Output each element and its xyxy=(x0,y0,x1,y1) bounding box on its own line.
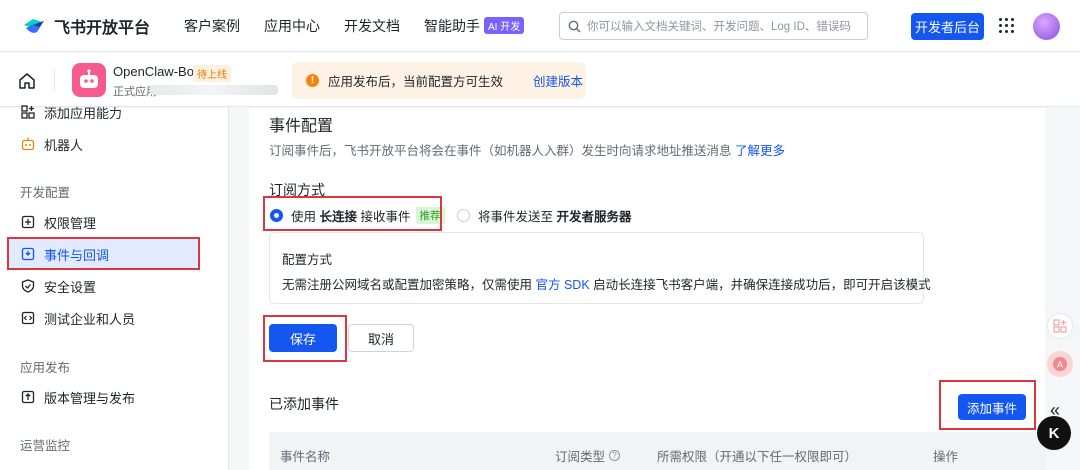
logo[interactable]: 飞书开放平台 xyxy=(22,14,150,38)
highlight-box xyxy=(263,315,347,362)
widget-add-icon[interactable] xyxy=(1047,313,1073,339)
nav-label: 智能助手 xyxy=(424,17,481,34)
config-title: 配置方式 xyxy=(282,253,333,267)
option-bold: 开发者服务器 xyxy=(556,210,632,224)
learn-more-link[interactable]: 了解更多 xyxy=(735,144,785,158)
feishu-logo-icon xyxy=(24,18,44,33)
sidebar-item-label: 测试企业和人员 xyxy=(44,311,136,327)
warning-icon: ! xyxy=(306,74,319,87)
permission-icon xyxy=(20,215,35,230)
highlight-box xyxy=(263,196,442,231)
divider xyxy=(54,69,55,91)
add-ability-icon xyxy=(20,105,35,120)
avatar[interactable] xyxy=(1033,13,1060,40)
highlight-box xyxy=(7,237,200,270)
sidebar-item-permissions[interactable]: 权限管理 xyxy=(0,207,229,237)
translate-icon[interactable]: A xyxy=(1047,351,1073,377)
sidebar-item-label: 版本管理与发布 xyxy=(44,390,136,406)
page-title: 事件配置 xyxy=(269,118,334,135)
assistant-k-icon[interactable]: K xyxy=(1037,416,1071,450)
ai-badge: AI 开发 xyxy=(484,17,525,34)
apps-grid-icon[interactable] xyxy=(999,18,1014,33)
column-subscribe-type: 订阅类型? xyxy=(555,446,621,465)
nav-label: 客户案例 xyxy=(184,17,241,34)
app-name: OpenClaw-Bot xyxy=(113,64,198,79)
nav-label: 开发文档 xyxy=(344,17,401,34)
search-input[interactable]: 你可以输入文档关键词、开发问题、Log ID、错误码 xyxy=(559,12,868,40)
search-icon xyxy=(568,20,581,32)
robot-icon xyxy=(20,137,35,152)
shield-icon xyxy=(20,279,35,294)
svg-text:A: A xyxy=(1057,360,1063,370)
sidebar-item-label: 添加应用能力 xyxy=(44,105,123,121)
sidebar-item-security[interactable]: 安全设置 xyxy=(0,271,229,301)
column-permissions: 所需权限（开通以下任一权限即可） xyxy=(657,450,858,464)
sidebar-group-ops: 运营监控 xyxy=(20,439,71,453)
nav-customer-cases[interactable]: 客户案例 xyxy=(184,16,240,36)
nav-dev-docs[interactable]: 开发文档 xyxy=(344,16,400,36)
create-version-link[interactable]: 创建版本 xyxy=(533,71,583,90)
nav-label: 应用中心 xyxy=(264,17,321,34)
sidebar-item-version[interactable]: 版本管理与发布 xyxy=(0,382,229,412)
robot-avatar-icon xyxy=(80,69,98,88)
home-icon[interactable] xyxy=(18,72,36,90)
column-event-name: 事件名称 xyxy=(280,450,331,464)
scrollbar[interactable] xyxy=(1066,108,1074,470)
notice-text: 应用发布后，当前配置方可生效 xyxy=(328,75,504,89)
publish-notice: ! 应用发布后，当前配置方可生效 创建版本 xyxy=(292,62,586,99)
highlight-box xyxy=(939,380,1036,430)
sidebar-group-release: 应用发布 xyxy=(20,361,71,375)
nav-app-center[interactable]: 应用中心 xyxy=(264,16,320,36)
top-navbar: 飞书开放平台 客户案例 应用中心 开发文档 智能助手 AI 开发 你可以输入文档关… xyxy=(0,0,1080,52)
status-badge: 待上线 xyxy=(193,65,231,82)
config-box xyxy=(269,232,924,304)
code-icon xyxy=(20,311,35,326)
option-text: 将事件发送至 xyxy=(478,210,554,224)
upload-icon xyxy=(20,390,35,405)
nav-ai-assistant[interactable]: 智能助手 AI 开发 xyxy=(424,16,525,36)
developer-console-button[interactable]: 开发者后台 xyxy=(911,13,984,40)
sidebar-item-label: 机器人 xyxy=(44,137,84,153)
blurred-app-id xyxy=(150,85,278,95)
config-description: 无需注册公网域名或配置加密策略，仅需使用 官方 SDK 启动长连接飞书客户端，并… xyxy=(282,274,931,293)
search-placeholder: 你可以输入文档关键词、开发问题、Log ID、错误码 xyxy=(587,21,851,33)
sidebar-item-test-org[interactable]: 测试企业和人员 xyxy=(0,303,229,333)
sidebar-item-robot[interactable]: 机器人 xyxy=(0,129,229,159)
column-actions: 操作 xyxy=(933,450,959,464)
sidebar-item-label: 权限管理 xyxy=(44,215,97,231)
radio-unselected-icon xyxy=(457,209,470,222)
sidebar-item-add-ability[interactable]: 添加应用能力 xyxy=(0,97,229,127)
desc-text: 订阅事件后，飞书开放平台将会在事件（如机器人入群）发生时向请求地址推送消息 xyxy=(269,144,732,158)
cancel-button[interactable]: 取消 xyxy=(348,324,414,352)
config-text: 启动长连接飞书客户端，并确保连接成功后，即可开启该模式 xyxy=(593,278,931,292)
help-icon[interactable]: ? xyxy=(609,450,621,461)
added-events-title: 已添加事件 xyxy=(269,396,339,412)
sidebar-item-label: 安全设置 xyxy=(44,279,97,295)
radio-dev-server[interactable]: 将事件发送至 开发者服务器 xyxy=(457,206,632,225)
official-sdk-link[interactable]: 官方 SDK xyxy=(536,278,590,292)
sidebar-group-dev: 开发配置 xyxy=(20,186,71,200)
page-description: 订阅事件后，飞书开放平台将会在事件（如机器人入群）发生时向请求地址推送消息 了解… xyxy=(269,140,785,159)
app-avatar xyxy=(72,63,106,97)
column-label: 订阅类型 xyxy=(555,450,606,464)
config-text: 无需注册公网域名或配置加密策略，仅需使用 xyxy=(282,278,533,292)
logo-text: 飞书开放平台 xyxy=(54,19,151,37)
